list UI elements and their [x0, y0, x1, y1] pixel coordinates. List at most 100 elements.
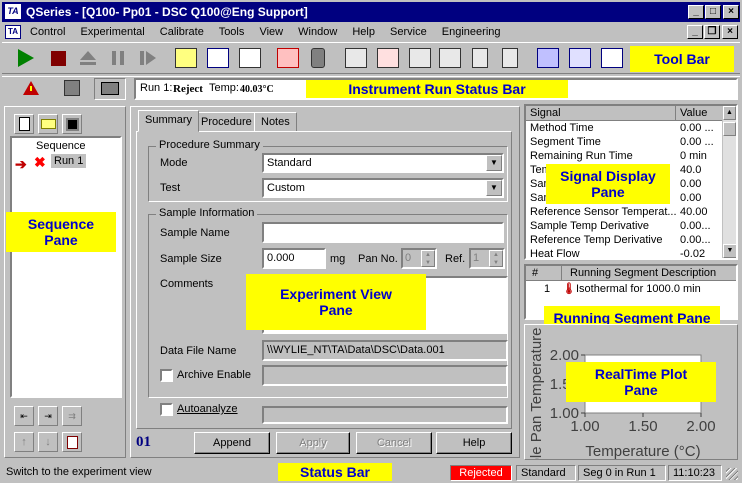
sample-size-input[interactable]: 0.000	[262, 248, 326, 269]
minimize-icon[interactable]: _	[688, 5, 704, 19]
procedure-view-icon[interactable]	[172, 44, 200, 72]
instrument-status-icon[interactable]	[94, 78, 126, 100]
scroll-thumb[interactable]	[723, 122, 736, 136]
status-segment: Seg 0 in Run 1	[578, 465, 666, 481]
run-number: 01	[136, 434, 151, 450]
tab-summary[interactable]: Summary	[138, 110, 200, 132]
open-folder-icon[interactable]	[38, 114, 58, 134]
disk-status-icon[interactable]	[64, 80, 80, 96]
menu-help[interactable]: Help	[352, 26, 375, 38]
segment-desc-header[interactable]: Running Segment Description	[562, 266, 716, 280]
resize-grip-icon[interactable]	[726, 468, 738, 480]
signal-scrollbar[interactable]: ▲ ▼	[722, 106, 736, 258]
app-logo-icon[interactable]: TA	[5, 4, 21, 19]
toolbar-callout: Tool Bar	[630, 46, 734, 72]
cell-icon[interactable]	[304, 44, 332, 72]
close-icon[interactable]: ×	[723, 5, 739, 19]
instrument-tool-icon[interactable]	[466, 44, 494, 72]
insert-end-icon[interactable]: ⇉	[62, 406, 82, 426]
autoanalyze-label: Autoanalyze	[177, 403, 238, 415]
next-segment-icon[interactable]	[134, 44, 162, 72]
help-button[interactable]: Help	[436, 432, 512, 454]
signal-name: Reference Sensor Temperat...	[530, 206, 676, 218]
apply-button[interactable]: Apply	[276, 432, 350, 454]
warning-icon[interactable]	[22, 80, 40, 99]
data-file-input[interactable]: \\WYLIE_NT\TA\Data\DSC\Data.001	[262, 340, 508, 361]
insert-before-icon[interactable]: ⇤	[14, 406, 34, 426]
status-mode: Standard	[516, 465, 576, 481]
signal-row[interactable]: Method Time 0.00 ...	[526, 121, 736, 135]
append-button[interactable]: Append	[194, 432, 270, 454]
signals-tool-icon[interactable]	[374, 44, 402, 72]
menu-calibrate[interactable]: Calibrate	[160, 26, 204, 38]
sequence-run-item[interactable]: Run 1	[51, 154, 87, 168]
dsc-icon[interactable]	[566, 44, 594, 72]
stop-icon[interactable]	[44, 44, 72, 72]
sample-name-input[interactable]	[262, 222, 504, 243]
ref-stepper[interactable]: 1 ▲ ▼	[469, 248, 505, 269]
mdi-minimize-icon[interactable]: _	[687, 25, 703, 39]
autoanalyze-checkbox[interactable]	[160, 403, 173, 416]
chevron-down-icon[interactable]: ▼	[486, 180, 502, 196]
report-tool-icon[interactable]	[496, 44, 524, 72]
spin-icon[interactable]: ▲ ▼	[489, 250, 503, 267]
tab-notes[interactable]: Notes	[254, 112, 297, 132]
signal-row[interactable]: Reference Temp Derivative 0.00...	[526, 233, 736, 247]
value-col-header[interactable]: Value	[676, 106, 721, 120]
scroll-up-icon[interactable]: ▲	[723, 106, 736, 120]
rejected-x-icon: ✖	[34, 154, 46, 170]
menu-service[interactable]: Service	[390, 26, 427, 38]
signal-row[interactable]: Remaining Run Time 0 min	[526, 149, 736, 163]
realtime-callout: RealTime Plot Pane	[566, 362, 716, 402]
scroll-down-icon[interactable]: ▼	[723, 244, 736, 258]
mode-select[interactable]: Standard ▼	[262, 153, 504, 173]
plot-view-icon[interactable]	[204, 44, 232, 72]
sample-size-value: 0.000	[267, 252, 295, 264]
start-icon[interactable]	[12, 44, 40, 72]
wave-tool-icon[interactable]	[406, 44, 434, 72]
insert-after-icon[interactable]: ⇥	[38, 406, 58, 426]
autoanalyze-input[interactable]	[262, 406, 508, 424]
signal-name: Remaining Run Time	[530, 150, 633, 162]
menu-experimental[interactable]: Experimental	[81, 26, 145, 38]
signal-row[interactable]: Heat Flow -0.02	[526, 247, 736, 258]
calibrate-icon[interactable]	[274, 44, 302, 72]
mdi-doc-icon[interactable]: TA	[5, 25, 21, 39]
segment-num-header[interactable]: #	[526, 266, 562, 280]
menu-control[interactable]: Control	[30, 26, 65, 38]
signal-row[interactable]: Sample Temp Derivative 0.00...	[526, 219, 736, 233]
maximize-icon[interactable]: □	[705, 5, 721, 19]
sample-size-label: Sample Size	[160, 253, 222, 265]
tab-procedure[interactable]: Procedure	[194, 112, 259, 132]
new-icon[interactable]	[14, 114, 34, 134]
move-up-icon[interactable]: ↑	[14, 432, 34, 452]
menu-view[interactable]: View	[259, 26, 283, 38]
signal-row[interactable]: Reference Sensor Temperat... 40.00	[526, 205, 736, 219]
spin-icon[interactable]: ▲ ▼	[421, 250, 435, 267]
save-icon[interactable]	[62, 114, 82, 134]
archive-path-input[interactable]	[262, 365, 508, 386]
notes-view-icon[interactable]	[236, 44, 264, 72]
table-tool-icon[interactable]	[436, 44, 464, 72]
analysis-icon[interactable]	[534, 44, 562, 72]
pause-icon[interactable]	[104, 44, 132, 72]
cancel-button[interactable]: Cancel	[356, 432, 432, 454]
menu-tools[interactable]: Tools	[219, 26, 245, 38]
mdi-close-icon[interactable]: ×	[722, 25, 738, 39]
test-select[interactable]: Custom ▼	[262, 178, 504, 198]
signal-row[interactable]: Segment Time 0.00 ...	[526, 135, 736, 149]
archive-checkbox[interactable]	[160, 369, 173, 382]
segment-row[interactable]: 1 🌡 Isothermal for 1000.0 min	[526, 281, 736, 297]
y-tick-label: 1.00	[550, 405, 579, 422]
properties-icon[interactable]	[62, 432, 82, 452]
signal-col-header[interactable]: Signal	[526, 106, 676, 120]
menu-window[interactable]: Window	[298, 26, 337, 38]
chevron-down-icon[interactable]: ▼	[486, 155, 502, 171]
sequence-tool-icon[interactable]	[342, 44, 370, 72]
move-down-icon[interactable]: ↓	[38, 432, 58, 452]
eject-icon[interactable]	[74, 44, 102, 72]
realtime-plot-icon[interactable]	[598, 44, 626, 72]
menu-engineering[interactable]: Engineering	[442, 26, 501, 38]
pan-no-stepper[interactable]: 0 ▲ ▼	[401, 248, 437, 269]
mdi-restore-icon[interactable]: ❐	[704, 25, 720, 39]
